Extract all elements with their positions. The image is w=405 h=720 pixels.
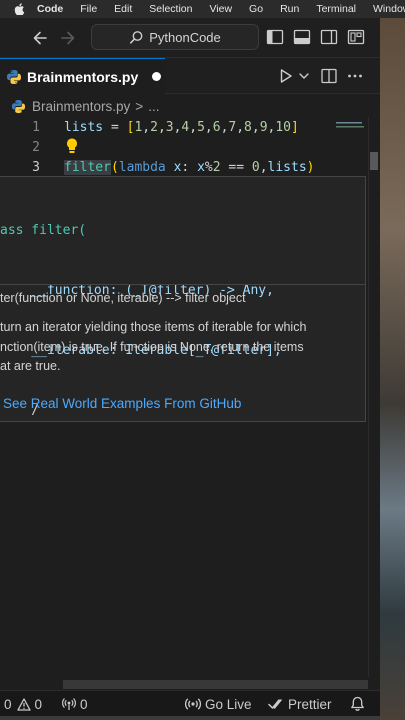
error-count: 0 xyxy=(4,696,12,712)
vertical-scrollbar-track[interactable] xyxy=(368,117,380,677)
split-editor-icon[interactable] xyxy=(320,67,338,85)
bell-icon xyxy=(351,696,364,711)
code-editor[interactable]: 1 lists = [1,2,3,4,5,6,7,8,9,10] 2 3 fil… xyxy=(0,117,380,177)
tab-label: Brainmentors.py xyxy=(27,68,139,85)
popup-divider xyxy=(0,284,366,285)
toggle-secondary-sidebar-icon[interactable] xyxy=(320,29,338,45)
code-line: 3 filter(lambda x: x%2 == 0,lists) xyxy=(0,157,360,177)
macos-menu-bar: Code File Edit Selection View Go Run Ter… xyxy=(0,0,405,18)
doc-line: at are true. xyxy=(0,359,61,373)
code-line: 2 xyxy=(0,137,360,157)
line-number: 2 xyxy=(32,139,40,155)
breadcrumb: Brainmentors.py > ... xyxy=(0,95,380,117)
command-center-search[interactable]: PythonCode xyxy=(91,24,259,50)
line-code-3: filter(lambda x: x%2 == 0,lists) xyxy=(64,159,315,175)
menu-terminal[interactable]: Terminal xyxy=(316,3,356,15)
doc-header: ter(function or None, iterable) --> filt… xyxy=(0,291,246,305)
search-icon xyxy=(130,30,143,44)
menu-run[interactable]: Run xyxy=(280,3,299,15)
menu-app-name[interactable]: Code xyxy=(37,3,63,15)
vertical-scrollbar-thumb[interactable] xyxy=(370,152,378,170)
github-examples-link[interactable]: See Real World Examples From GitHub xyxy=(3,396,241,411)
line-number: 3 xyxy=(32,159,40,175)
code-line: 1 lists = [1,2,3,4,5,6,7,8,9,10] xyxy=(0,117,360,137)
go-live-button[interactable]: Go Live xyxy=(185,691,252,717)
more-actions-icon[interactable] xyxy=(346,67,364,85)
run-python-file-icon[interactable] xyxy=(277,67,295,85)
run-options-chevron-icon[interactable] xyxy=(295,67,313,85)
hover-documentation-popup: ass filter( __function: (_T@filter) -> A… xyxy=(0,176,366,422)
broadcast-icon xyxy=(62,698,76,710)
prettier-label: Prettier xyxy=(288,696,332,712)
broadcast-icon xyxy=(185,698,201,710)
horizontal-scrollbar[interactable] xyxy=(63,680,368,689)
ports-indicator[interactable]: 0 xyxy=(62,691,88,717)
title-bar: PythonCode xyxy=(0,18,380,58)
doc-line: turn an iterator yielding those items of… xyxy=(0,320,307,334)
signature-line: ass filter( xyxy=(0,223,87,238)
python-file-icon xyxy=(6,69,22,85)
breadcrumb-file[interactable]: Brainmentors.py xyxy=(32,99,130,114)
double-check-icon xyxy=(268,699,282,709)
editor-tab-bar: Brainmentors.py xyxy=(0,58,380,94)
status-bar: 0 0 0 Go Live Prettier xyxy=(0,690,380,716)
window-bottom-edge xyxy=(0,716,380,720)
desktop-wallpaper xyxy=(380,18,405,720)
notifications-button[interactable] xyxy=(350,691,369,717)
toggle-primary-sidebar-icon[interactable] xyxy=(266,29,284,45)
minimap[interactable] xyxy=(336,117,366,128)
go-live-label: Go Live xyxy=(205,696,252,712)
unsaved-changes-dot[interactable] xyxy=(152,72,162,81)
forward-arrow-icon[interactable] xyxy=(58,28,78,48)
apple-icon[interactable] xyxy=(14,3,25,15)
back-arrow-icon[interactable] xyxy=(30,28,50,48)
line-code-1: lists = [1,2,3,4,5,6,7,8,9,10] xyxy=(64,119,299,135)
prettier-button[interactable]: Prettier xyxy=(268,691,332,717)
breadcrumb-separator: > xyxy=(135,98,144,114)
warning-count: 0 xyxy=(34,696,43,712)
toggle-panel-icon[interactable] xyxy=(293,29,311,45)
menu-selection[interactable]: Selection xyxy=(149,3,192,15)
menu-view[interactable]: View xyxy=(209,3,232,15)
menu-edit[interactable]: Edit xyxy=(114,3,132,15)
line-number: 1 xyxy=(32,119,40,135)
customize-layout-icon[interactable] xyxy=(347,29,365,45)
problems-indicator[interactable]: 0 0 xyxy=(4,691,42,717)
command-center-text: PythonCode xyxy=(149,29,221,45)
breadcrumb-symbols[interactable]: ... xyxy=(148,99,159,114)
warning-icon xyxy=(16,697,31,711)
ports-count: 0 xyxy=(80,696,88,712)
doc-line: nction(item) is true. If function is Non… xyxy=(0,339,304,354)
tab-brainmentors-py[interactable]: Brainmentors.py xyxy=(0,58,165,94)
lightbulb-icon[interactable] xyxy=(65,137,79,155)
menu-window[interactable]: Window xyxy=(373,3,405,15)
menu-file[interactable]: File xyxy=(80,3,97,15)
menu-go[interactable]: Go xyxy=(249,3,263,15)
python-file-icon xyxy=(11,99,26,114)
